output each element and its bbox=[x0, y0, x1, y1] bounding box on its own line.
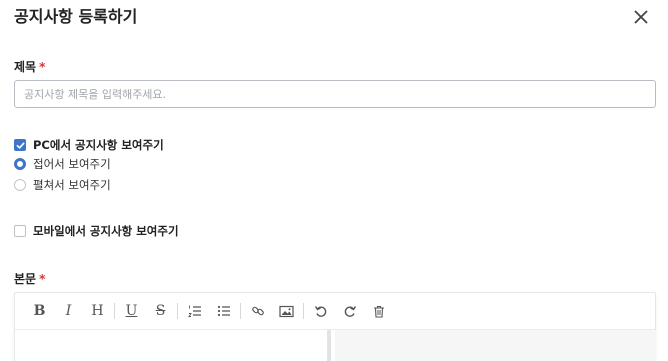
link-icon bbox=[251, 306, 264, 316]
pc-display-label: PC에서 공지사항 보여주기 bbox=[33, 138, 164, 152]
radio-selected-icon[interactable] bbox=[14, 158, 26, 170]
notice-title-input[interactable] bbox=[14, 80, 656, 108]
image-button[interactable] bbox=[272, 297, 301, 325]
close-button[interactable] bbox=[631, 7, 651, 27]
modal-title: 공지사항 등록하기 bbox=[14, 7, 138, 26]
body-label-text: 본문 bbox=[14, 272, 37, 286]
italic-button[interactable]: I bbox=[54, 297, 83, 325]
italic-icon: I bbox=[65, 303, 72, 319]
pc-display-checkbox[interactable]: PC에서 공지사항 보여주기 bbox=[14, 138, 164, 152]
mobile-display-label: 모바일에서 공지사항 보여주기 bbox=[33, 224, 179, 238]
undo-icon bbox=[314, 306, 326, 317]
link-button[interactable] bbox=[243, 297, 272, 325]
toolbar-divider bbox=[114, 303, 115, 319]
bold-icon: B bbox=[33, 303, 46, 319]
underline-button[interactable]: U bbox=[117, 297, 146, 325]
bold-button[interactable]: B bbox=[25, 297, 54, 325]
title-label-text: 제목 bbox=[14, 60, 37, 74]
image-icon bbox=[279, 305, 294, 317]
strikethrough-button[interactable]: S bbox=[146, 297, 175, 325]
close-icon bbox=[634, 10, 648, 24]
heading-icon: H bbox=[91, 303, 104, 319]
radio-collapsed-label: 접어서 보여주기 bbox=[33, 157, 111, 171]
trash-icon bbox=[373, 305, 384, 318]
bullet-list-button[interactable] bbox=[209, 297, 238, 325]
rich-text-editor: B I H U S bbox=[14, 292, 656, 361]
toolbar-divider bbox=[240, 303, 241, 319]
required-mark: * bbox=[39, 60, 46, 74]
undo-button[interactable] bbox=[306, 297, 335, 325]
underline-icon: U bbox=[125, 303, 138, 319]
toolbar-divider bbox=[303, 303, 304, 319]
mobile-display-checkbox[interactable]: 모바일에서 공지사항 보여주기 bbox=[14, 224, 179, 238]
title-field-label: 제목 * bbox=[14, 59, 45, 75]
required-mark: * bbox=[39, 272, 46, 286]
editor-preview-area bbox=[335, 330, 656, 361]
radio-collapsed-option[interactable]: 접어서 보여주기 bbox=[14, 157, 111, 171]
body-field-label: 본문 * bbox=[14, 271, 45, 287]
bullet-list-icon bbox=[217, 305, 230, 317]
checkbox-checked-icon[interactable] bbox=[14, 139, 26, 151]
redo-icon bbox=[344, 306, 356, 317]
strikethrough-icon: S bbox=[155, 303, 166, 319]
editor-toolbar: B I H U S bbox=[15, 293, 655, 329]
radio-expanded-option[interactable]: 펼쳐서 보여주기 bbox=[14, 178, 111, 192]
toolbar-divider bbox=[177, 303, 178, 319]
ordered-list-button[interactable] bbox=[180, 297, 209, 325]
delete-button[interactable] bbox=[364, 297, 393, 325]
editor-content-area[interactable] bbox=[15, 330, 331, 361]
redo-button[interactable] bbox=[335, 297, 364, 325]
checkbox-unchecked-icon[interactable] bbox=[14, 225, 26, 237]
ordered-list-icon bbox=[187, 305, 201, 317]
radio-unselected-icon[interactable] bbox=[14, 179, 26, 191]
radio-expanded-label: 펼쳐서 보여주기 bbox=[33, 178, 111, 192]
heading-button[interactable]: H bbox=[83, 297, 112, 325]
